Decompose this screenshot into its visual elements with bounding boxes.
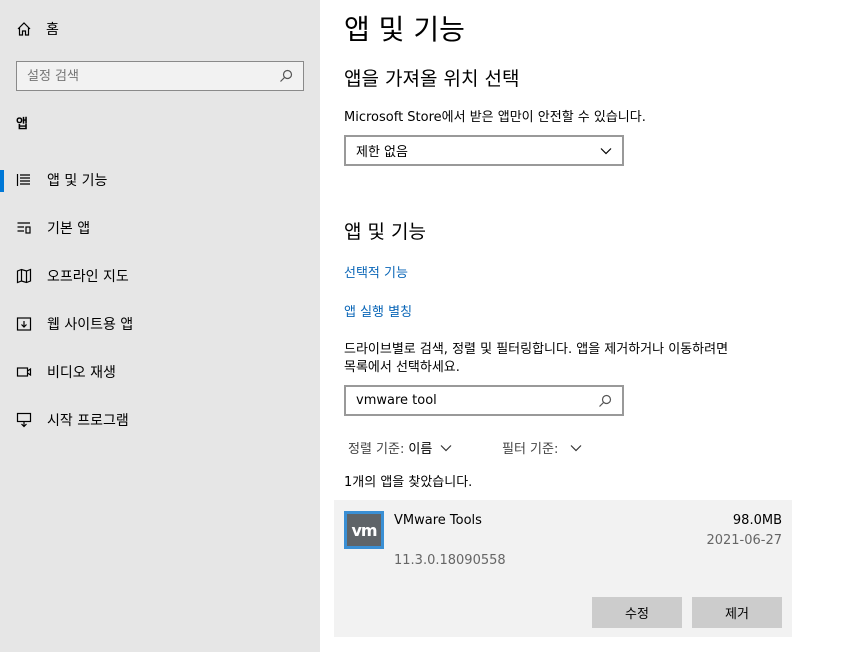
default-apps-icon — [17, 222, 31, 234]
list-icon — [16, 174, 30, 186]
uninstall-button[interactable]: 제거 — [692, 597, 782, 628]
sort-value: 이름 — [408, 442, 433, 457]
vmware-app-icon: vm — [344, 511, 384, 549]
sidebar-item-website-apps[interactable]: 웹 사이트용 앱 — [0, 306, 320, 342]
sidebar-item-offline-maps[interactable]: 오프라인 지도 — [0, 258, 320, 294]
sort-label: 정렬 기준: — [348, 442, 405, 457]
sidebar-item-apps-features[interactable]: 앱 및 기능 — [0, 162, 320, 198]
app-install-date: 2021-06-27 — [706, 533, 782, 548]
website-apps-icon — [16, 317, 32, 331]
vmware-icon-text: vm — [347, 514, 381, 546]
sort-dropdown[interactable]: 정렬 기준: 이름 — [348, 438, 452, 457]
modify-button[interactable]: 수정 — [592, 597, 682, 628]
app-version: 11.3.0.18090558 — [394, 553, 506, 568]
sidebar-item-label: 앱 및 기능 — [47, 173, 108, 189]
sidebar-item-startup[interactable]: 시작 프로그램 — [0, 402, 320, 438]
install-source-dropdown[interactable]: 제한 없음 — [344, 135, 624, 166]
sidebar-item-label: 오프라인 지도 — [47, 269, 129, 285]
map-icon — [16, 268, 32, 284]
home-nav[interactable]: 홈 — [16, 18, 59, 40]
filter-label: 필터 기준: — [502, 442, 559, 457]
section-label-apps: 앱 — [16, 117, 28, 132]
install-source-description: Microsoft Store에서 받은 앱만이 안전할 수 있습니다. — [344, 110, 646, 125]
chevron-down-icon — [570, 444, 582, 451]
filter-dropdown[interactable]: 필터 기준: — [502, 438, 582, 457]
chevron-down-icon — [600, 147, 612, 154]
sidebar-item-label: 시작 프로그램 — [47, 413, 129, 429]
sidebar-item-default-apps[interactable]: 기본 앱 — [0, 210, 320, 246]
dropdown-selected-value: 제한 없음 — [356, 145, 408, 160]
apps-description-line1: 드라이브별로 검색, 정렬 및 필터링합니다. 앱을 제거하거나 이동하려면 — [344, 342, 729, 357]
app-list-item[interactable]: vm VMware Tools 98.0MB 2021-06-27 11.3.0… — [334, 500, 792, 637]
settings-search-input[interactable] — [27, 68, 279, 84]
sidebar-item-video-playback[interactable]: 비디오 재생 — [0, 354, 320, 390]
sidebar-item-label: 비디오 재생 — [47, 365, 116, 381]
startup-icon — [16, 412, 32, 428]
sidebar-item-label: 웹 사이트용 앱 — [47, 317, 134, 333]
optional-features-link[interactable]: 선택적 기능 — [344, 262, 408, 281]
main-content: 앱 및 기능 앱을 가져올 위치 선택 Microsoft Store에서 받은… — [320, 0, 848, 652]
home-icon — [17, 22, 31, 36]
result-count: 1개의 앱을 찾았습니다. — [344, 475, 473, 490]
video-icon — [16, 367, 32, 377]
page-title: 앱 및 기능 — [344, 13, 465, 46]
app-size: 98.0MB — [732, 513, 782, 528]
app-search-input[interactable] — [356, 393, 598, 408]
sidebar-item-label: 기본 앱 — [47, 221, 91, 237]
search-icon[interactable] — [279, 69, 293, 83]
apps-description-line2: 목록에서 선택하세요. — [344, 360, 460, 375]
chevron-down-icon — [440, 444, 452, 451]
install-source-heading: 앱을 가져올 위치 선택 — [344, 68, 520, 90]
app-execution-aliases-link[interactable]: 앱 실행 별칭 — [344, 301, 412, 320]
apps-section-heading: 앱 및 기능 — [344, 221, 426, 243]
home-label: 홈 — [46, 22, 59, 38]
settings-search-box[interactable] — [16, 61, 304, 91]
sidebar: 홈 앱 앱 및 기능 기본 앱 오프라인 지도 — [0, 0, 320, 652]
app-search-box[interactable] — [344, 385, 624, 416]
app-name: VMware Tools — [394, 513, 482, 528]
search-icon[interactable] — [598, 394, 612, 408]
